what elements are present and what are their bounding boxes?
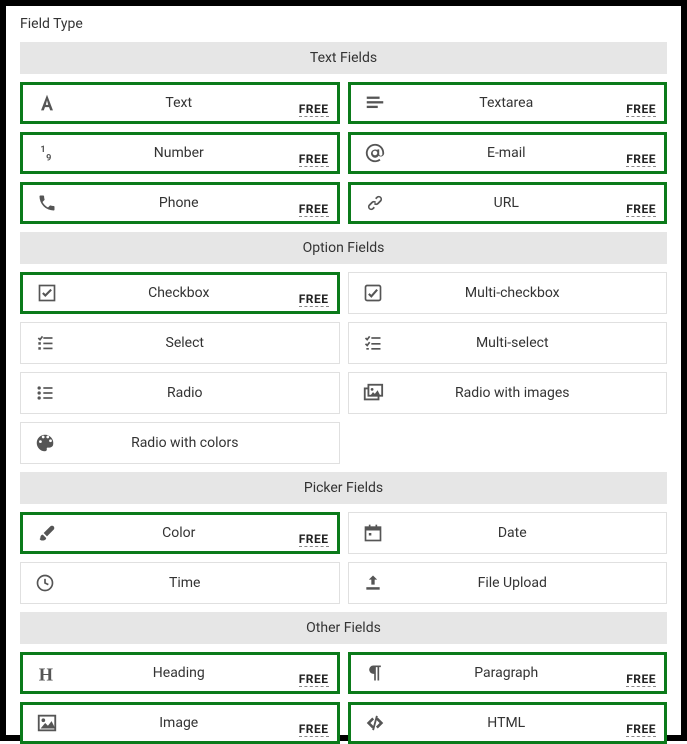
image-icon bbox=[33, 709, 61, 737]
font-icon bbox=[33, 89, 61, 117]
field-grid: TextFREETextareaFREE19NumberFREEE-mailFR… bbox=[20, 82, 667, 224]
field-grid: ColorFREE Date Time File Upload bbox=[20, 512, 667, 604]
field-grid: CheckboxFREE Multi-checkbox Select Multi-se… bbox=[20, 272, 667, 464]
field-label: E-mail bbox=[389, 145, 665, 161]
field-label: Date bbox=[387, 525, 667, 541]
free-badge: FREE bbox=[299, 722, 329, 737]
field-label: Phone bbox=[61, 195, 337, 211]
palette-icon bbox=[31, 429, 59, 457]
field-option-paragraph[interactable]: ParagraphFREE bbox=[348, 652, 668, 694]
field-label: Number bbox=[61, 145, 337, 161]
free-badge: FREE bbox=[626, 672, 656, 687]
upload-icon bbox=[359, 569, 387, 597]
field-option-number[interactable]: 19NumberFREE bbox=[20, 132, 340, 174]
heading-icon: H bbox=[33, 659, 61, 687]
group-header: Picker Fields bbox=[20, 472, 667, 504]
field-option-text[interactable]: TextFREE bbox=[20, 82, 340, 124]
field-grid: HHeadingFREEParagraphFREEImageFREEHTMLFR… bbox=[20, 652, 667, 744]
link-icon bbox=[361, 189, 389, 217]
field-label: Image bbox=[61, 715, 337, 731]
field-option-radio-colors[interactable]: Radio with colors bbox=[20, 422, 340, 464]
field-option-phone[interactable]: PhoneFREE bbox=[20, 182, 340, 224]
group-header: Other Fields bbox=[20, 612, 667, 644]
svg-text:1: 1 bbox=[40, 145, 45, 155]
field-label: Select bbox=[59, 335, 339, 351]
free-badge: FREE bbox=[626, 152, 656, 167]
free-badge: FREE bbox=[299, 672, 329, 687]
field-option-multi-select[interactable]: Multi-select bbox=[348, 322, 668, 364]
field-type-groups: Text FieldsTextFREETextareaFREE19NumberF… bbox=[20, 42, 667, 744]
at-icon bbox=[361, 139, 389, 167]
check-square-alt-icon bbox=[359, 279, 387, 307]
list-check-alt-icon bbox=[359, 329, 387, 357]
group-header: Option Fields bbox=[20, 232, 667, 264]
field-option-image[interactable]: ImageFREE bbox=[20, 702, 340, 744]
align-left-icon bbox=[361, 89, 389, 117]
field-option-url[interactable]: URLFREE bbox=[348, 182, 668, 224]
field-label: Radio bbox=[59, 385, 339, 401]
free-badge: FREE bbox=[299, 532, 329, 547]
free-badge: FREE bbox=[299, 202, 329, 217]
calendar-icon bbox=[359, 519, 387, 547]
field-label: Multi-checkbox bbox=[387, 285, 667, 301]
field-option-email[interactable]: E-mailFREE bbox=[348, 132, 668, 174]
field-label: Heading bbox=[61, 665, 337, 681]
field-option-radio-images[interactable]: Radio with images bbox=[348, 372, 668, 414]
clock-icon bbox=[31, 569, 59, 597]
field-label: Radio with colors bbox=[59, 435, 339, 451]
svg-text:9: 9 bbox=[46, 154, 51, 164]
list-check-icon bbox=[31, 329, 59, 357]
check-square-icon bbox=[33, 279, 61, 307]
paragraph-icon bbox=[361, 659, 389, 687]
field-label: File Upload bbox=[387, 575, 667, 591]
field-label: Checkbox bbox=[61, 285, 337, 301]
free-badge: FREE bbox=[299, 292, 329, 307]
free-badge: FREE bbox=[299, 102, 329, 117]
field-option-textarea[interactable]: TextareaFREE bbox=[348, 82, 668, 124]
field-label: HTML bbox=[389, 715, 665, 731]
free-badge: FREE bbox=[299, 152, 329, 167]
list-ul-icon bbox=[31, 379, 59, 407]
field-label: Text bbox=[61, 95, 337, 111]
brush-icon bbox=[33, 519, 61, 547]
free-badge: FREE bbox=[626, 202, 656, 217]
field-label: URL bbox=[389, 195, 665, 211]
free-badge: FREE bbox=[626, 102, 656, 117]
field-option-color[interactable]: ColorFREE bbox=[20, 512, 340, 554]
field-option-file[interactable]: File Upload bbox=[348, 562, 668, 604]
field-option-date[interactable]: Date bbox=[348, 512, 668, 554]
field-label: Multi-select bbox=[387, 335, 667, 351]
section-title: Field Type bbox=[20, 16, 667, 32]
svg-text:H: H bbox=[39, 664, 53, 684]
free-badge: FREE bbox=[626, 722, 656, 737]
field-label: Textarea bbox=[389, 95, 665, 111]
field-option-time[interactable]: Time bbox=[20, 562, 340, 604]
field-option-radio[interactable]: Radio bbox=[20, 372, 340, 414]
field-option-heading[interactable]: H HeadingFREE bbox=[20, 652, 340, 694]
field-label: Time bbox=[59, 575, 339, 591]
field-option-select[interactable]: Select bbox=[20, 322, 340, 364]
field-label: Color bbox=[61, 525, 337, 541]
field-option-html[interactable]: HTMLFREE bbox=[348, 702, 668, 744]
field-label: Paragraph bbox=[389, 665, 665, 681]
images-icon bbox=[359, 379, 387, 407]
field-label: Radio with images bbox=[387, 385, 667, 401]
phone-icon bbox=[33, 189, 61, 217]
code-icon bbox=[361, 709, 389, 737]
group-header: Text Fields bbox=[20, 42, 667, 74]
field-option-checkbox[interactable]: CheckboxFREE bbox=[20, 272, 340, 314]
number-icon: 19 bbox=[33, 139, 61, 167]
field-option-multi-checkbox[interactable]: Multi-checkbox bbox=[348, 272, 668, 314]
